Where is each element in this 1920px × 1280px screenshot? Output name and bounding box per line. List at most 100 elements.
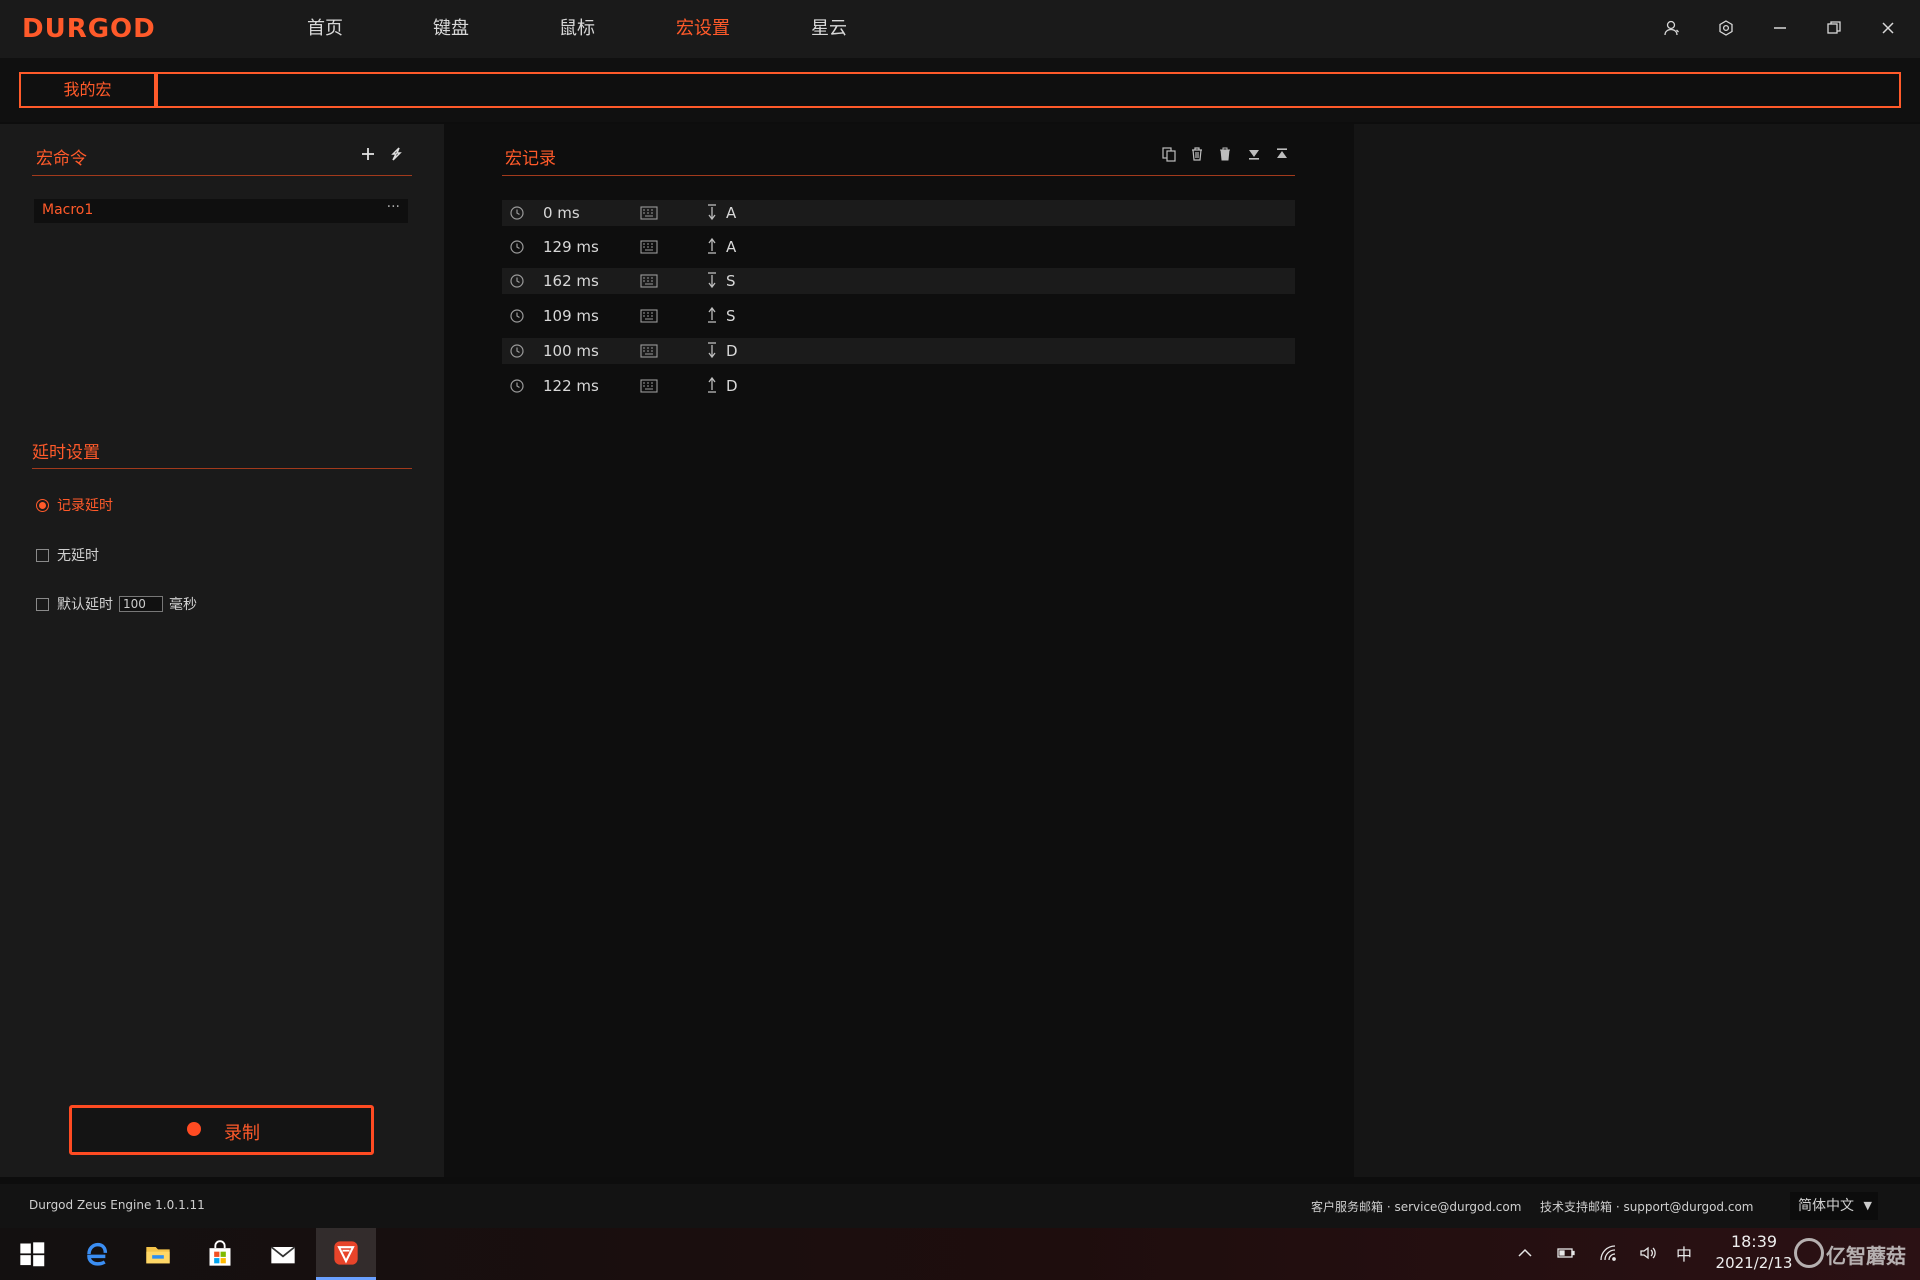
- language-value: 简体中文: [1798, 1198, 1854, 1214]
- record-delay-time: 100 ms: [543, 342, 599, 360]
- my-macro-tab[interactable]: 我的宏: [19, 72, 156, 108]
- no-delay-option[interactable]: 无延时: [36, 545, 99, 565]
- language-select[interactable]: 简体中文 ▼: [1790, 1192, 1878, 1220]
- macro-commands-title: 宏命令: [36, 149, 87, 169]
- clock-icon: [510, 240, 524, 254]
- delay-unit-label: 毫秒: [169, 597, 197, 613]
- taskbar-date[interactable]: 2021/2/13: [1706, 1254, 1802, 1272]
- title-bar: DURGOD 首页 键盘 鼠标 宏设置 星云: [0, 0, 1920, 58]
- main-nav: 首页 键盘 鼠标 宏设置 星云: [262, 0, 892, 58]
- record-delay-option[interactable]: 记录延时: [36, 495, 113, 515]
- record-delay-time: 129 ms: [543, 238, 599, 256]
- volume-icon[interactable]: [1637, 1242, 1659, 1264]
- macro-record-row[interactable]: 109 ms S: [502, 303, 1295, 329]
- macro-commands-divider: [32, 175, 412, 176]
- clock-icon: [510, 274, 524, 288]
- watermark-circle-icon: [1794, 1238, 1824, 1268]
- record-button[interactable]: 录制: [69, 1105, 374, 1155]
- macro-record-row[interactable]: 0 ms A: [502, 200, 1295, 226]
- more-options-icon[interactable]: ···: [387, 199, 400, 215]
- key-down-icon: [708, 272, 716, 289]
- record-key: D: [726, 377, 738, 395]
- record-dot-icon: [187, 1122, 201, 1136]
- macro-record-row[interactable]: 162 ms S: [502, 268, 1295, 294]
- record-delay-time: 122 ms: [543, 377, 599, 395]
- durgod-logo: DURGOD: [22, 14, 156, 44]
- record-key: A: [726, 204, 737, 222]
- macro-records-divider: [502, 175, 1295, 176]
- clock-icon: [510, 379, 524, 393]
- add-macro-icon[interactable]: [357, 143, 379, 165]
- key-down-icon: [708, 204, 716, 221]
- show-hidden-icons-icon[interactable]: [1514, 1242, 1536, 1264]
- clock-icon: [510, 206, 524, 220]
- wifi-icon[interactable]: [1597, 1242, 1619, 1264]
- record-delay-radio[interactable]: [36, 498, 49, 512]
- macro-record-row[interactable]: 129 ms A: [502, 234, 1295, 260]
- minimize-icon[interactable]: [1762, 10, 1798, 46]
- battery-icon[interactable]: [1555, 1242, 1577, 1264]
- record-delay-time: 0 ms: [543, 204, 580, 222]
- close-icon[interactable]: [1870, 10, 1906, 46]
- key-up-icon: [708, 306, 716, 323]
- default-delay-label: 默认延时: [57, 597, 113, 613]
- file-explorer-icon[interactable]: [128, 1228, 188, 1280]
- keyboard-icon: [640, 206, 658, 220]
- record-delay-time: 109 ms: [543, 307, 599, 325]
- restore-icon[interactable]: [1816, 10, 1852, 46]
- macro-list-item[interactable]: Macro1 ···: [34, 199, 408, 223]
- store-icon[interactable]: [190, 1228, 250, 1280]
- record-delay-label: 记录延时: [57, 498, 113, 514]
- support-email-link[interactable]: 技术支持邮箱 · support@durgod.com: [1540, 1198, 1753, 1215]
- windows-start-icon[interactable]: [2, 1228, 62, 1280]
- record-key: S: [726, 272, 736, 290]
- input-method-indicator[interactable]: 中: [1673, 1242, 1695, 1264]
- settings-icon[interactable]: [1708, 10, 1744, 46]
- left-panel: [0, 124, 444, 1177]
- move-up-icon[interactable]: [1271, 143, 1293, 165]
- user-icon[interactable]: [1654, 10, 1690, 46]
- watermark-logo: 亿智蘑菇: [1792, 1234, 1910, 1274]
- macro-records-title: 宏记录: [505, 149, 556, 169]
- nav-mouse[interactable]: 鼠标: [514, 0, 640, 58]
- nav-keyboard[interactable]: 键盘: [388, 0, 514, 58]
- default-delay-option[interactable]: 默认延时 毫秒: [36, 594, 197, 614]
- keyboard-icon: [640, 309, 658, 323]
- record-key: D: [726, 342, 738, 360]
- taskbar-time[interactable]: 18:39: [1724, 1232, 1784, 1251]
- watermark-text: 亿智蘑菇: [1826, 1244, 1906, 1268]
- clock-icon: [510, 309, 524, 323]
- macro-item-name: Macro1: [42, 202, 94, 218]
- keyboard-icon: [640, 274, 658, 288]
- durgod-app-icon[interactable]: [316, 1228, 376, 1280]
- version-text: Durgod Zeus Engine 1.0.1.11: [29, 1198, 205, 1212]
- no-delay-checkbox[interactable]: [36, 548, 49, 562]
- status-footer: Durgod Zeus Engine 1.0.1.11 客户服务邮箱 · ser…: [0, 1184, 1920, 1228]
- delete-icon[interactable]: [1186, 143, 1208, 165]
- delete-all-icon[interactable]: [1214, 143, 1236, 165]
- service-email-link[interactable]: 客户服务邮箱 · service@durgod.com: [1311, 1198, 1521, 1215]
- keyboard-icon: [640, 344, 658, 358]
- clock-icon: [510, 344, 524, 358]
- keyboard-icon: [640, 379, 658, 393]
- macro-record-row[interactable]: 122 ms D: [502, 373, 1295, 399]
- right-panel: [1354, 124, 1920, 1177]
- default-delay-checkbox[interactable]: [36, 597, 49, 611]
- nav-home[interactable]: 首页: [262, 0, 388, 58]
- edge-icon[interactable]: [66, 1228, 126, 1280]
- import-macro-icon[interactable]: [385, 143, 407, 165]
- nav-macro-settings[interactable]: 宏设置: [640, 0, 766, 58]
- macro-record-row[interactable]: 100 ms D: [502, 338, 1295, 364]
- macro-name-field[interactable]: [156, 72, 1901, 108]
- key-down-icon: [708, 342, 716, 359]
- default-delay-input[interactable]: [119, 596, 163, 612]
- copy-icon[interactable]: [1158, 143, 1180, 165]
- key-up-icon: [708, 237, 716, 254]
- chevron-down-icon: ▼: [1863, 1199, 1872, 1212]
- record-key: S: [726, 307, 736, 325]
- radio-selected-dot: [39, 501, 46, 509]
- mail-icon[interactable]: [253, 1228, 313, 1280]
- nav-nebula[interactable]: 星云: [766, 0, 892, 58]
- record-key: A: [726, 238, 737, 256]
- move-down-icon[interactable]: [1243, 143, 1265, 165]
